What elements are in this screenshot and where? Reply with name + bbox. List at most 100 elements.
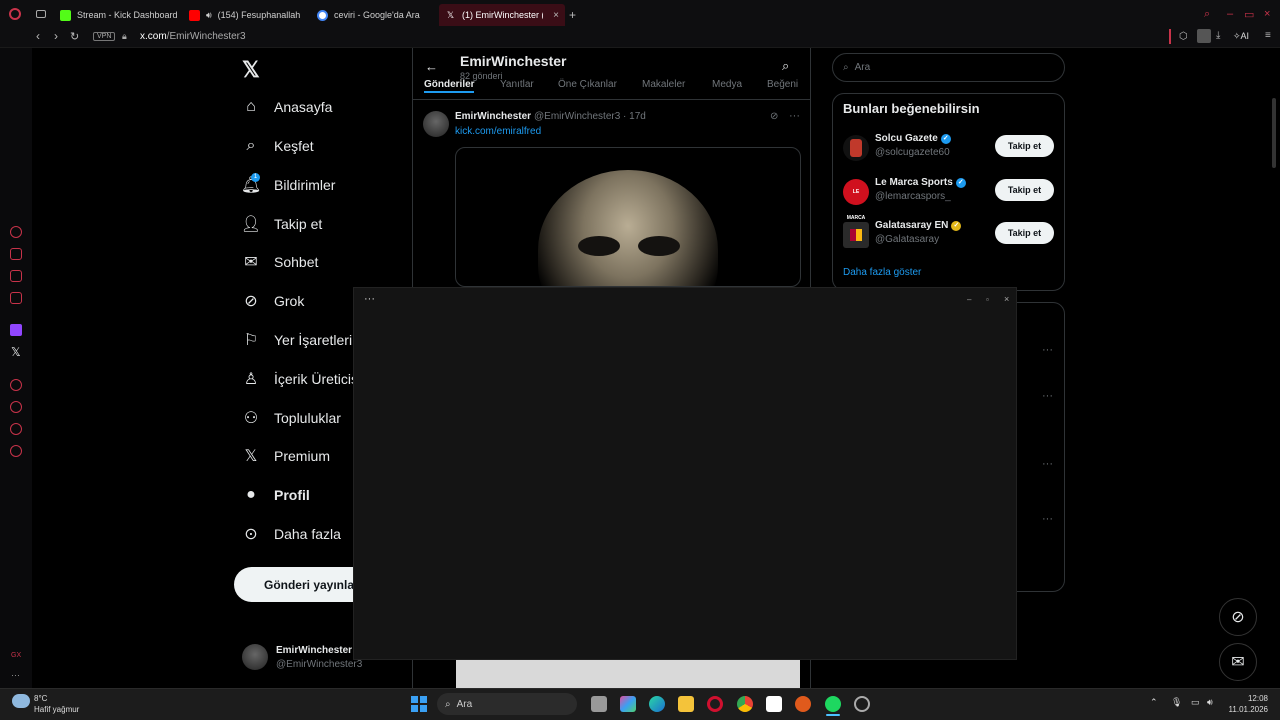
nav-grok[interactable]: ⊘ Grok [242,289,304,313]
trend-more-icon[interactable]: ··· [1042,513,1053,525]
taskbar-clock[interactable]: 12:08 11.01.2026 [1228,693,1268,715]
follow-button[interactable]: Takip et [995,135,1054,157]
close-window-icon[interactable]: × [1264,8,1270,20]
suggestion-row[interactable]: Solcu Gazete ✓ @solcugazete60 Takip et [843,133,1058,163]
tab-articles[interactable]: Makaleler [642,79,685,90]
nav-bookmarks[interactable]: ⚐ Yer İşaretleri [242,328,352,352]
volume-icon[interactable]: 🔊︎ [1207,697,1213,708]
sidebar-chat-icon[interactable] [10,423,22,435]
weather-temp[interactable]: 8°C [34,694,47,703]
nav-more[interactable]: ⊙ Daha fazla [242,522,341,546]
nav-premium[interactable]: 𝕏 Premium [242,444,330,468]
account-switcher[interactable]: EmirWinchester @EmirWinchester3 [242,644,362,672]
task-view-icon[interactable] [591,696,607,712]
nav-home[interactable]: ⌂ Anasayfa [242,95,332,119]
sidebar-player-icon[interactable] [10,379,22,391]
weather-icon[interactable] [12,694,30,708]
overlay-close-icon[interactable]: × [1004,294,1009,304]
tweet-more-icon[interactable]: ··· [789,110,800,122]
overlay-maximize-icon[interactable]: ▫ [986,295,989,304]
overlay-menu-icon[interactable]: ··· [364,293,375,305]
tab-youtube[interactable]: 🔊︎ (154) Fesuphanallah - [183,4,303,26]
nav-chat[interactable]: ✉ Sohbet [242,250,318,274]
start-button[interactable] [411,696,427,712]
x-logo-icon[interactable]: 𝕏 [242,57,260,83]
profile-search-icon[interactable]: ⌕ [782,58,789,74]
minimize-window-icon[interactable]: – [1227,8,1233,20]
taskbar-search[interactable]: ⌕ Ara [437,693,577,715]
url-field[interactable]: x.com/EmirWinchester3 [140,31,246,42]
tab-x-profile[interactable]: 𝕏 (1) EmirWinchester (@Emi × [439,4,565,26]
sidebar-x-icon[interactable]: 𝕏 [11,345,21,359]
overlay-window[interactable]: ··· – ▫ × [353,287,1017,660]
grok-tweet-icon[interactable]: ⊘ [770,111,778,122]
sidebar-settings-icon[interactable] [10,445,22,457]
sidebar-music-icon[interactable] [10,292,22,304]
show-more-link[interactable]: Daha fazla göster [843,267,921,278]
file-explorer-icon[interactable] [678,696,694,712]
opera-gx-icon[interactable] [854,696,870,712]
nav-explore[interactable]: ⌕ Keşfet [242,134,314,158]
app-icon[interactable] [795,696,811,712]
store-icon[interactable] [766,696,782,712]
tab-highlights[interactable]: Öne Çıkanlar [558,79,617,90]
extensions-icon[interactable]: ⬡ [1179,31,1188,42]
tab-replies[interactable]: Yanıtlar [500,79,534,90]
forward-icon[interactable]: › [54,29,58,43]
grok-floating-button[interactable]: ⊘ [1219,598,1257,636]
tab-workspace-icon[interactable] [36,10,46,18]
nav-profile[interactable]: ● Profil [242,483,310,507]
maximize-window-icon[interactable]: ▭ [1244,8,1254,21]
messages-floating-button[interactable]: ✉ [1219,643,1257,681]
vpn-badge[interactable]: VPN [93,32,116,41]
tray-chevron-icon[interactable]: ⌃ [1150,697,1158,708]
follow-button[interactable]: Takip et [995,179,1054,201]
tweet-author[interactable]: EmirWinchester [455,111,531,122]
sidebar-messenger-icon[interactable] [10,270,22,282]
reload-icon[interactable]: ↻ [70,30,79,43]
overlay-minimize-icon[interactable]: – [967,295,971,304]
m365-icon[interactable] [620,696,636,712]
tab-posts[interactable]: Gönderiler [424,79,475,90]
tab-google[interactable]: ceviri - Google'da Ara [311,4,431,26]
sidebar-history-icon[interactable] [10,401,22,413]
menu-icon[interactable]: ≡ [1265,30,1271,41]
opera-icon[interactable] [707,696,723,712]
weather-desc[interactable]: Hafif yağmur [34,705,79,714]
microphone-icon[interactable]: 🎙︎ [1171,697,1182,708]
trend-more-icon[interactable]: ··· [1042,344,1053,356]
back-icon[interactable]: ‹ [36,29,40,43]
opera-logo-icon[interactable] [9,8,21,20]
trend-more-icon[interactable]: ··· [1042,458,1053,470]
nav-notifications[interactable]: 🔔︎ 1 Bildirimler [241,173,335,197]
search-input[interactable]: ⌕ Ara [832,53,1065,82]
sidebar-more-icon[interactable]: ··· [11,670,20,680]
sidebar-twitch-icon[interactable] [10,324,22,336]
chrome-icon[interactable] [737,696,753,712]
back-arrow-icon[interactable]: ← [425,59,438,74]
profile-avatar-icon[interactable] [1197,29,1211,43]
suggestion-row[interactable]: Galatasaray EN ✓ @Galatasaray Takip et [843,220,1058,250]
sidebar-aria-icon[interactable] [10,226,22,238]
trend-more-icon[interactable]: ··· [1042,390,1053,402]
page-scrollbar[interactable] [1272,98,1276,168]
tweet-link[interactable]: kick.com/emiralfred [455,126,541,137]
nav-follow[interactable]: 👤︎ Takip et [241,212,322,236]
sidebar-workspace-icon[interactable] [10,248,22,260]
sidebar-gx-icon[interactable]: GX [11,652,21,659]
suggestion-row[interactable]: LE MARCA Le Marca Sports ✓ @lemarcaspors_… [843,177,1058,221]
ai-button[interactable]: ✧AI [1233,31,1249,42]
download-icon[interactable]: ⤓ [1216,30,1220,41]
tweet-avatar[interactable] [423,111,449,137]
new-tab-button[interactable]: + [569,8,576,22]
edge-icon[interactable] [649,696,665,712]
nav-communities[interactable]: ⚇ Topluluklar [242,406,341,430]
tab-media[interactable]: Medya [712,79,742,90]
search-tabs-icon[interactable]: ⌕ [1204,8,1210,21]
speaker-icon[interactable]: 🔊︎ [206,10,212,21]
spotify-icon[interactable] [825,696,841,712]
follow-button[interactable]: Takip et [995,222,1054,244]
tab-kick-dashboard[interactable]: Stream - Kick Dashboard [54,4,182,26]
tab-likes[interactable]: Beğeni [767,79,798,90]
nav-creator-studio[interactable]: ♙ İçerik Üreticis [242,367,358,391]
